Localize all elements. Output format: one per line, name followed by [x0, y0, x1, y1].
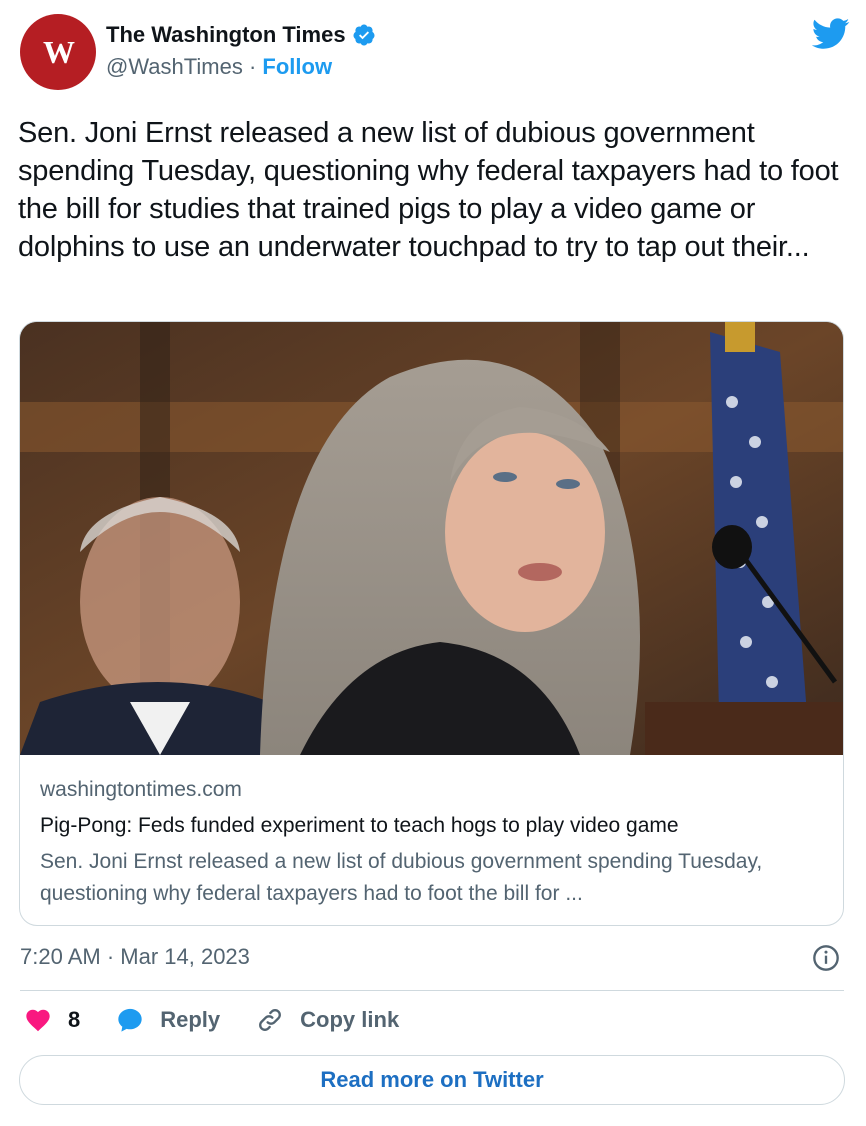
card-meta: washingtontimes.com Pig-Pong: Feds funde… — [40, 778, 823, 910]
tweet-timestamp[interactable]: 7:20 AM · Mar 14, 2023 — [20, 944, 250, 970]
article-photo[interactable] — [20, 322, 843, 755]
handle-separator: · — [248, 54, 257, 79]
tweet-header: W The Washington Times @WashTimes · Foll… — [20, 14, 850, 94]
read-more-label: Read more on Twitter — [320, 1067, 544, 1092]
account-info: The Washington Times @WashTimes · Follow — [106, 22, 376, 80]
tweet-actions: 8 Reply Copy link — [24, 1006, 435, 1034]
account-name[interactable]: The Washington Times — [106, 22, 346, 48]
reply-button[interactable]: Reply — [116, 1006, 220, 1034]
account-avatar[interactable]: W — [20, 14, 96, 90]
heart-icon — [26, 1009, 50, 1032]
read-more-button[interactable]: Read more on Twitter — [19, 1055, 845, 1105]
account-handle[interactable]: @WashTimes — [106, 54, 243, 79]
link-icon — [259, 1009, 282, 1031]
info-icon[interactable] — [812, 944, 840, 972]
tweet-text: Sen. Joni Ernst released a new list of d… — [18, 117, 839, 263]
copy-link-button[interactable]: Copy link — [256, 1006, 399, 1034]
card-domain: washingtontimes.com — [40, 778, 242, 801]
avatar-logo-text: W — [43, 33, 75, 70]
divider — [20, 990, 844, 991]
reply-label: Reply — [160, 1007, 221, 1032]
speech-bubble-icon — [118, 1008, 142, 1032]
card-description: Sen. Joni Ernst released a new list of d… — [40, 850, 763, 905]
card-title[interactable]: Pig-Pong: Feds funded experiment to teac… — [40, 814, 823, 838]
link-preview-card[interactable]: washingtontimes.com Pig-Pong: Feds funde… — [19, 321, 844, 926]
copy-link-label: Copy link — [300, 1007, 400, 1032]
article-photo-illustration — [20, 322, 843, 755]
like-count: 8 — [68, 1007, 81, 1032]
handle-row: @WashTimes · Follow — [106, 54, 376, 80]
like-button[interactable]: 8 — [24, 1006, 80, 1034]
twitter-bird-icon[interactable] — [812, 18, 850, 50]
verified-badge-icon — [353, 24, 375, 46]
follow-button[interactable]: Follow — [262, 54, 332, 79]
